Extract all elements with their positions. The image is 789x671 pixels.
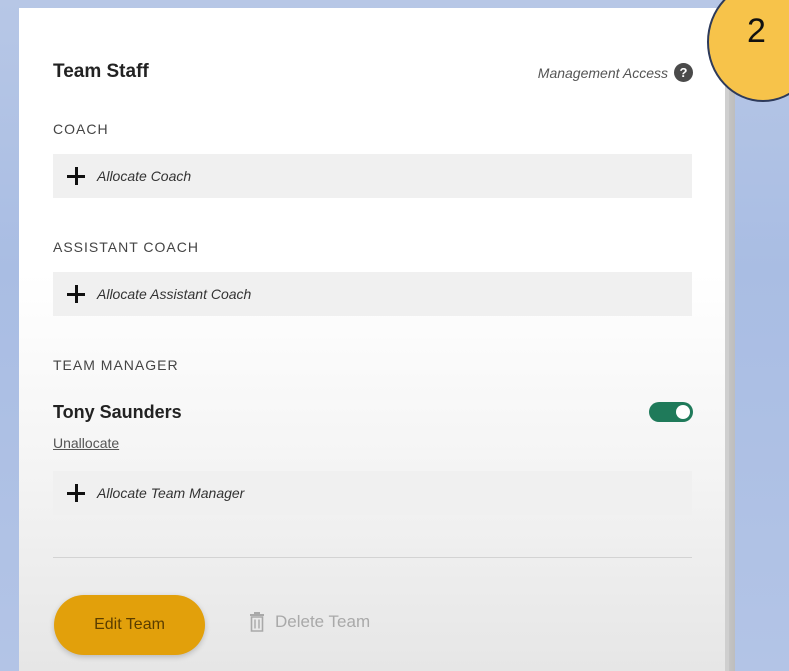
- coach-section-label: COACH: [53, 121, 109, 137]
- plus-icon: [67, 285, 85, 303]
- allocate-coach-label: Allocate Coach: [97, 168, 192, 184]
- allocate-assistant-coach-label: Allocate Assistant Coach: [97, 286, 252, 302]
- plus-icon: [67, 484, 85, 502]
- unallocate-link[interactable]: Unallocate: [53, 435, 119, 451]
- team-staff-panel: Team Staff Management Access ? COACH All…: [19, 8, 725, 671]
- edit-team-button[interactable]: Edit Team: [54, 595, 205, 655]
- question-circle-icon[interactable]: ?: [674, 63, 693, 82]
- allocate-team-manager-button[interactable]: Allocate Team Manager: [53, 471, 692, 515]
- toggle-knob: [676, 405, 690, 419]
- delete-team-label: Delete Team: [275, 612, 371, 631]
- team-manager-section-label: TEAM MANAGER: [53, 357, 179, 373]
- management-access-label: Management Access: [537, 64, 668, 81]
- team-manager-name: Tony Saunders: [53, 402, 182, 422]
- panel-scrollbar-edge: [725, 8, 735, 671]
- panel-title: Team Staff: [53, 61, 149, 82]
- management-access-toggle[interactable]: [649, 402, 693, 422]
- allocate-assistant-coach-button[interactable]: Allocate Assistant Coach: [53, 272, 692, 316]
- delete-team-button[interactable]: Delete Team: [249, 612, 370, 632]
- trash-icon: [250, 612, 264, 632]
- allocate-team-manager-label: Allocate Team Manager: [97, 485, 245, 501]
- allocate-coach-button[interactable]: Allocate Coach: [53, 154, 692, 198]
- divider: [53, 557, 692, 558]
- assistant-coach-section-label: ASSISTANT COACH: [53, 239, 199, 255]
- management-access[interactable]: Management Access ?: [538, 63, 693, 82]
- step-number: 2: [747, 12, 766, 50]
- plus-icon: [67, 167, 85, 185]
